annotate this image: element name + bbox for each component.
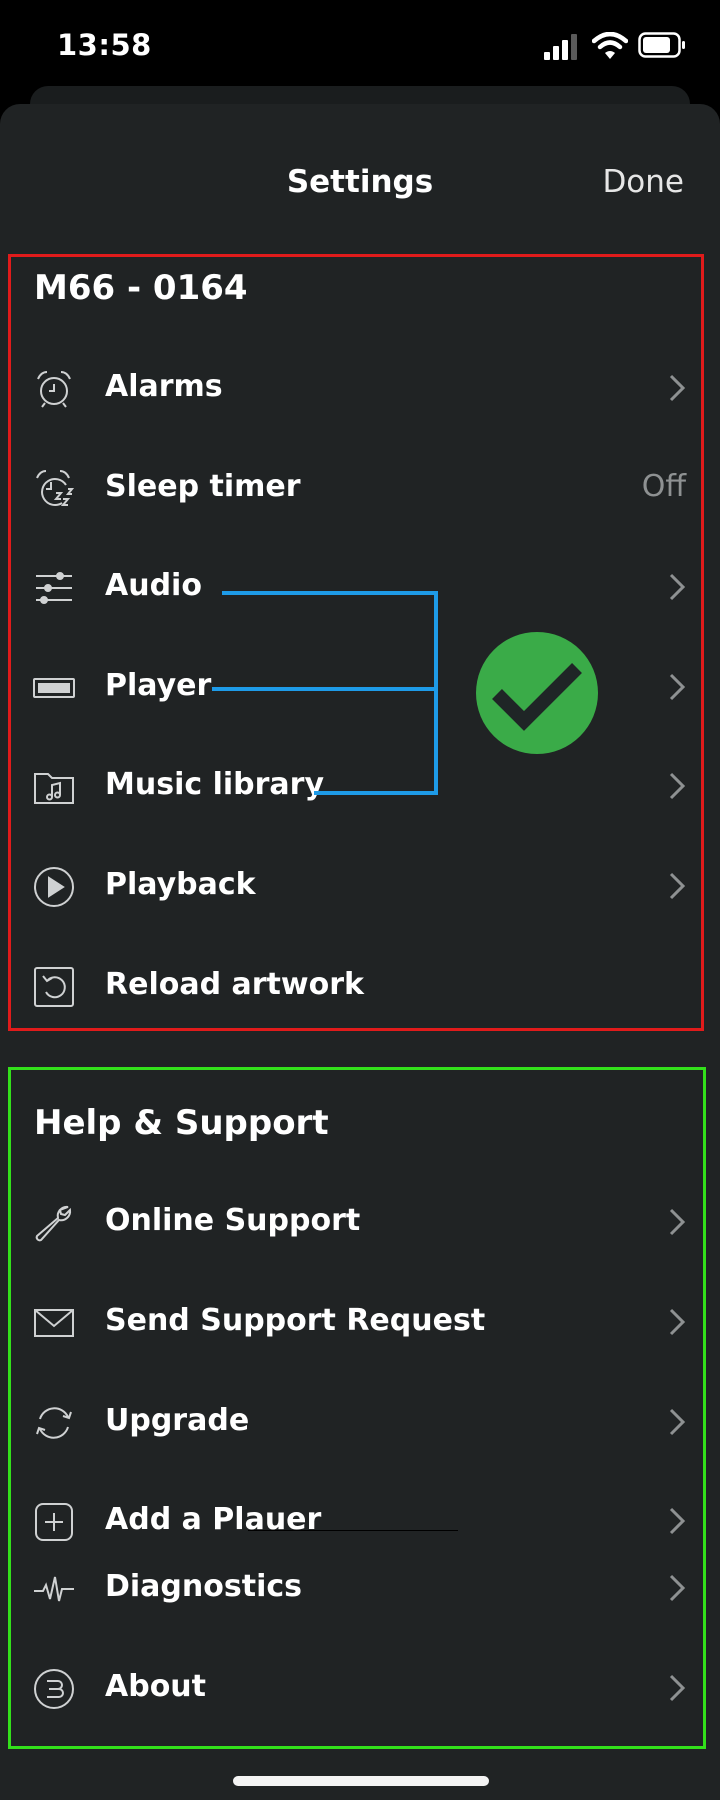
home-indicator[interactable] <box>233 1776 489 1786</box>
device-section-title: M66 - 0164 <box>34 268 248 308</box>
settings-row-label: Alarms <box>105 369 223 404</box>
settings-row-online-support[interactable]: Online Support <box>0 1187 720 1257</box>
wrench-icon <box>32 1201 76 1245</box>
settings-row-add-player[interactable]: Add a Plauer <box>0 1486 720 1556</box>
reload-icon <box>32 965 76 1009</box>
envelope-icon <box>32 1301 76 1345</box>
chevron-right-icon <box>669 1574 686 1602</box>
player-device-icon <box>32 666 76 710</box>
sync-arrows-icon <box>32 1401 76 1445</box>
divider <box>248 1530 458 1531</box>
settings-row-label: Audio <box>105 568 202 603</box>
settings-row-reload-artwork[interactable]: Reload artwork <box>0 951 720 1021</box>
settings-row-label: Player <box>105 668 212 703</box>
settings-row-sleep-timer[interactable]: Sleep timer Off <box>0 453 720 523</box>
help-section-title: Help & Support <box>34 1103 329 1143</box>
music-folder-icon <box>32 765 76 809</box>
settings-row-upgrade[interactable]: Upgrade <box>0 1387 720 1457</box>
sleep-timer-value: Off <box>641 469 686 504</box>
play-circle-icon <box>32 865 76 909</box>
alarm-clock-icon <box>32 367 76 411</box>
settings-row-music-library[interactable]: Music library <box>0 751 720 821</box>
settings-row-send-support-request[interactable]: Send Support Request <box>0 1287 720 1357</box>
settings-row-label: Music library <box>105 767 325 802</box>
settings-row-alarms[interactable]: Alarms <box>0 353 720 423</box>
settings-row-audio[interactable]: Audio <box>0 552 720 622</box>
settings-row-playback[interactable]: Playback <box>0 851 720 921</box>
settings-row-label: Add a Plauer <box>105 1502 322 1537</box>
chevron-right-icon <box>669 374 686 402</box>
settings-row-label: About <box>105 1669 207 1704</box>
chevron-right-icon <box>669 1408 686 1436</box>
chevron-right-icon <box>669 673 686 701</box>
chevron-right-icon <box>669 1674 686 1702</box>
settings-row-label: Playback <box>105 867 256 902</box>
done-button[interactable]: Done <box>602 164 684 200</box>
battery-icon <box>638 32 685 58</box>
settings-row-label: Reload artwork <box>105 967 364 1002</box>
settings-row-player[interactable]: Player <box>0 652 720 722</box>
chevron-right-icon <box>669 872 686 900</box>
chevron-right-icon <box>669 1208 686 1236</box>
plus-square-icon <box>32 1500 76 1544</box>
sliders-icon <box>32 566 76 610</box>
chevron-right-icon <box>669 573 686 601</box>
wifi-icon <box>592 32 628 59</box>
settings-row-label: Diagnostics <box>105 1569 302 1604</box>
settings-row-about[interactable]: About <box>0 1653 720 1723</box>
chevron-right-icon <box>669 1308 686 1336</box>
chevron-right-icon <box>669 1507 686 1535</box>
sleep-timer-icon <box>32 467 76 511</box>
settings-row-label: Sleep timer <box>105 469 301 504</box>
status-bar: 13:58 <box>0 0 720 90</box>
settings-row-label: Send Support Request <box>105 1303 486 1338</box>
settings-row-label: Online Support <box>105 1203 361 1238</box>
settings-row-label: Upgrade <box>105 1403 250 1438</box>
chevron-right-icon <box>669 772 686 800</box>
signal-icon <box>544 34 577 60</box>
settings-row-diagnostics[interactable]: Diagnostics <box>0 1553 720 1623</box>
brand-logo-icon <box>32 1667 76 1711</box>
pulse-icon <box>32 1567 76 1611</box>
status-time: 13:58 <box>57 28 152 62</box>
